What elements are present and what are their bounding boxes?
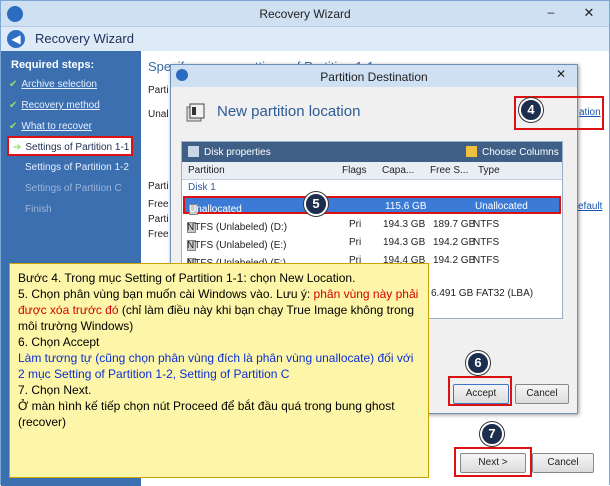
note-line: Làm tương tự (cũng chọn phân vùng đích l… [18,351,414,381]
note-line: Bước 4. Trong mục Setting of Partition 1… [18,271,356,285]
dialog-heading: New partition location [217,103,361,120]
step-finish: Finish [25,204,52,215]
free-label: Free [148,199,169,210]
step-what-to-recover[interactable]: ✔ What to recover [9,121,92,132]
dialog-title: Partition Destination [320,70,428,84]
note-line: Ở màn hình kế tiếp chọn nút Proceed để b… [18,399,395,429]
step-recovery-method[interactable]: ✔ Recovery method [9,100,100,111]
dialog-title-bar: Partition Destination ✕ [171,65,577,87]
check-icon: ✔ [9,79,18,90]
partition-icon [186,103,205,122]
col-partition[interactable]: Partition [188,165,225,176]
wizard-title: Recovery Wizard [35,31,134,46]
step-archive-selection[interactable]: ✔ Archive selection [9,79,97,90]
table-toolbar: Disk properties Choose Columns [182,142,562,162]
disk-properties-button[interactable]: Disk properties [204,147,271,158]
step-badge-7: 7 [480,422,504,446]
required-steps-heading: Required steps: [11,59,95,71]
check-icon: ✔ [9,121,18,132]
table-header: Partition Flags Capa... Free S... Type [182,162,562,180]
partition-label: Parti [148,181,169,192]
step-badge-4: 4 [519,98,543,122]
arrow-right-icon: ➔ [13,142,22,153]
window-title: Recovery Wizard [259,7,351,21]
disk-properties-icon [188,146,199,157]
col-type[interactable]: Type [478,165,500,176]
col-capacity[interactable]: Capa... [382,165,414,176]
step-settings-partition-1-1[interactable]: ➔ Settings of Partition 1-1 [7,136,133,156]
check-icon: ✔ [9,100,18,111]
disk-group-label: Disk 1 [188,182,216,193]
table-row[interactable]: NTFS (Unlabeled) (E:) Pri 194.3 GB 194.2… [183,234,561,252]
choose-columns-button[interactable]: Choose Columns [482,147,559,158]
table-row[interactable]: Unallocated 115.6 GB Unallocated [183,196,561,215]
highlight-accept [448,376,512,406]
dialog-close-button[interactable]: ✕ [549,67,573,83]
note-line: 5. Chọn phân vùng bạn muốn cài Windows v… [18,287,419,333]
cancel-button[interactable]: Cancel [515,384,569,404]
highlight-next [454,447,532,477]
col-free[interactable]: Free S... [430,165,468,176]
table-row[interactable]: NTFS (Unlabeled) (D:) Pri 194.3 GB 189.7… [183,216,561,234]
back-arrow-icon[interactable]: ◀ [7,30,25,48]
free-label: Free [148,229,169,240]
title-bar: Recovery Wizard – ✕ [1,1,609,27]
step-settings-partition-c: Settings of Partition C [25,183,122,194]
minimize-button[interactable]: – [541,5,561,21]
step-badge-5: 5 [304,192,328,216]
step-settings-partition-1-2[interactable]: Settings of Partition 1-2 [25,162,129,173]
unallocated-label: Unal [148,109,169,120]
partition-label: Parti [148,214,169,225]
step-badge-6: 6 [466,351,490,375]
footer-cancel-button[interactable]: Cancel [532,453,594,473]
note-line: 6. Chọn Accept [18,335,100,349]
col-flags[interactable]: Flags [342,165,366,176]
wizard-header: ◀ Recovery Wizard [1,27,609,51]
instruction-note: Bước 4. Trong mục Setting of Partition 1… [9,263,429,478]
default-link[interactable]: efault [578,201,602,212]
close-button[interactable]: ✕ [577,5,601,21]
partition-label: Parti [148,85,169,96]
columns-icon [466,146,477,157]
extra-partition-row[interactable]: 6.491 GB FAT32 (LBA) [431,288,533,299]
note-line: 7. Chọn Next. [18,383,92,397]
